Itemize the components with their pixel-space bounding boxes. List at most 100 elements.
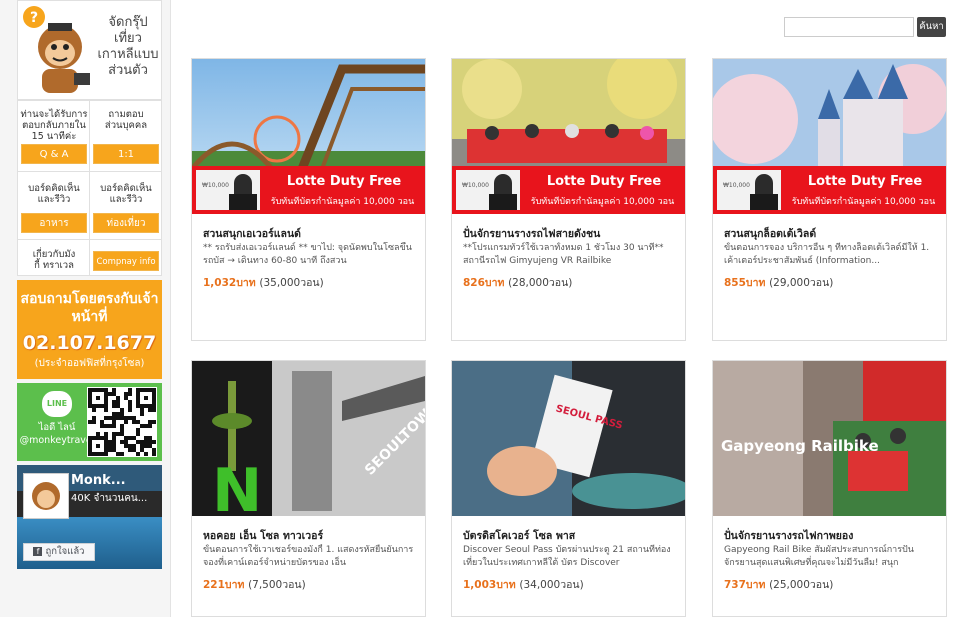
- company-info-button[interactable]: Compnay info: [93, 251, 159, 271]
- price-won: (34,000วอน): [519, 579, 584, 591]
- qr-module: [112, 448, 116, 452]
- price-won: (25,000วอน): [769, 579, 834, 591]
- search-input[interactable]: [784, 17, 914, 37]
- qr-module: [128, 388, 132, 392]
- product-title[interactable]: หอคอย เอ็น โซล ทาวเวอร์: [203, 527, 418, 544]
- product-description: Discover Seoul Pass บัตรผ่านประตู 21 สถา…: [463, 545, 671, 568]
- qr-module: [128, 392, 132, 396]
- qr-module: [132, 448, 136, 452]
- qr-module: [136, 452, 140, 456]
- product-image-everland: ₩10,000 Lotte Duty Free รับทันทีบัตรกำนั…: [192, 59, 425, 214]
- product-description: ** รถรับส่งเอเวอร์แลนด์ ** ขาไป: จุดนัดพ…: [203, 243, 412, 266]
- qr-module: [124, 416, 128, 420]
- travel-review-text: บอร์ดคิดเห็นและรีวิว: [100, 183, 152, 205]
- ad-model-suit: [750, 194, 778, 210]
- qr-module: [112, 432, 116, 436]
- qr-module: [152, 408, 156, 412]
- qr-module: [112, 412, 116, 416]
- qr-module: [116, 396, 120, 400]
- qr-module: [144, 436, 148, 440]
- food-button[interactable]: อาหาร: [21, 213, 87, 233]
- duty-free-banner: ₩10,000 Lotte Duty Free รับทันทีบัตรกำนั…: [452, 166, 685, 214]
- ad-thumbnail: ₩10,000: [196, 170, 260, 210]
- qr-module: [108, 440, 112, 444]
- ad-thumbnail: ₩10,000: [456, 170, 520, 210]
- qr-module: [144, 424, 148, 428]
- product-image-railbike: ₩10,000 Lotte Duty Free รับทันทีบัตรกำนั…: [452, 59, 685, 214]
- product-card[interactable]: ₩10,000 Lotte Duty Free รับทันทีบัตรกำนั…: [451, 58, 686, 341]
- price-won: (7,500วอน): [248, 579, 306, 591]
- help-grid: ท่านจะได้รับการตอบกลับภายใน 15 นาทีค่ะ Q…: [17, 100, 162, 276]
- qr-module: [88, 404, 92, 408]
- product-card[interactable]: SEOUL PASS บัตรดิสโคเวอร์ โซล พาส Discov…: [451, 360, 686, 617]
- product-title[interactable]: ปั่นจักรยานรางรถไฟกาพยอง: [724, 527, 939, 544]
- qr-module: [116, 400, 120, 404]
- facebook-icon: f: [33, 547, 43, 556]
- qa-cell: ท่านจะได้รับการตอบกลับภายใน 15 นาทีค่ะ Q…: [18, 109, 90, 164]
- qr-module: [120, 424, 124, 428]
- qr-module: [148, 424, 152, 428]
- qr-module: [104, 416, 108, 420]
- qr-module: [120, 412, 124, 416]
- one-on-one-text: ถามตอบส่วนบุคคล: [104, 109, 148, 131]
- product-title[interactable]: สวนสนุกล็อตเต้เวิลด์: [724, 225, 939, 242]
- qr-module: [140, 412, 144, 416]
- grid-divider: [18, 171, 161, 172]
- qr-module: [88, 420, 92, 424]
- qr-module: [108, 424, 112, 428]
- qr-module: [88, 388, 92, 392]
- qr-module: [100, 436, 104, 440]
- qr-module: [132, 416, 136, 420]
- qr-module: [152, 396, 156, 400]
- product-card[interactable]: N SEOULTOWER หอคอย เอ็น โซล ทาวเวอร์ ขั้…: [191, 360, 426, 617]
- qr-module: [88, 400, 92, 404]
- ad-subtitle: รับทันทีบัตรกำนัลมูลค่า 10,000 วอน: [530, 197, 675, 207]
- qr-module: [96, 436, 100, 440]
- facebook-like-button[interactable]: f ถูกใจแล้ว: [23, 543, 95, 561]
- qr-module: [104, 404, 108, 408]
- qr-module: [116, 412, 120, 416]
- about-text: เกี่ยวกับมังกี้ ทราเวล: [32, 249, 76, 271]
- travel-button[interactable]: ท่องเที่ยว: [93, 213, 159, 233]
- product-title[interactable]: สวนสนุกเอเวอร์แลนด์: [203, 225, 418, 242]
- ad-title: Lotte Duty Free: [807, 174, 923, 189]
- qr-module: [100, 404, 104, 408]
- qr-module: [108, 392, 112, 396]
- qr-module: [92, 436, 96, 440]
- qr-module: [108, 416, 112, 420]
- company-info-cell: Compnay info: [90, 251, 162, 271]
- qr-module: [140, 448, 144, 452]
- line-id-handle: @monkeytravel: [19, 435, 95, 446]
- search-button[interactable]: ค้นหา: [917, 17, 946, 37]
- qr-module: [132, 444, 136, 448]
- qr-module: [104, 400, 108, 404]
- product-title[interactable]: บัตรดิสโคเวอร์ โซล พาส: [463, 527, 678, 544]
- qr-module: [136, 388, 140, 392]
- facebook-widget[interactable]: Monk... 40K จำนวนคน... f ถูกใจแล้ว: [17, 465, 162, 569]
- qr-module: [128, 444, 132, 448]
- qr-module: [108, 444, 112, 448]
- product-image-seoultower: N SEOULTOWER: [192, 361, 425, 516]
- ad-price-tag: ₩10,000: [462, 182, 489, 189]
- qr-module: [112, 436, 116, 440]
- qr-module: [128, 400, 132, 404]
- qr-module: [124, 436, 128, 440]
- product-card[interactable]: ₩10,000 Lotte Duty Free รับทันทีบัตรกำนั…: [191, 58, 426, 341]
- call-banner[interactable]: สอบถามโดยตรงกับเจ้าหน้าที่ 02.107.1677 (…: [17, 280, 162, 379]
- qr-module: [108, 448, 112, 452]
- product-price: 855บาท (29,000วอน): [724, 274, 833, 291]
- qr-module: [112, 400, 116, 404]
- ad-title: Lotte Duty Free: [546, 174, 662, 189]
- qa-button[interactable]: Q & A: [21, 144, 87, 164]
- call-phone: 02.107.1677: [22, 332, 157, 354]
- product-card[interactable]: ₩10,000 Lotte Duty Free รับทันทีบัตรกำนั…: [712, 58, 947, 341]
- qr-module: [96, 452, 100, 456]
- product-title[interactable]: ปั่นจักรยานรางรถไฟสายดังชน: [463, 225, 678, 242]
- product-card[interactable]: Gapyeong Railbike ปั่นจักรยานรางรถไฟกาพย…: [712, 360, 947, 617]
- food-review-cell: บอร์ดคิดเห็นและรีวิว อาหาร: [18, 183, 90, 233]
- one-on-one-button[interactable]: 1:1: [93, 144, 159, 164]
- monkey-mascot-icon: ?: [23, 6, 90, 93]
- qr-module: [140, 388, 144, 392]
- logo-box[interactable]: ? จัดกรุ๊ปเที่ยวเกาหลีแบบส่วนตัว: [17, 0, 162, 100]
- line-banner[interactable]: LINE ไอดี ไลน์ @monkeytravel: [17, 383, 162, 461]
